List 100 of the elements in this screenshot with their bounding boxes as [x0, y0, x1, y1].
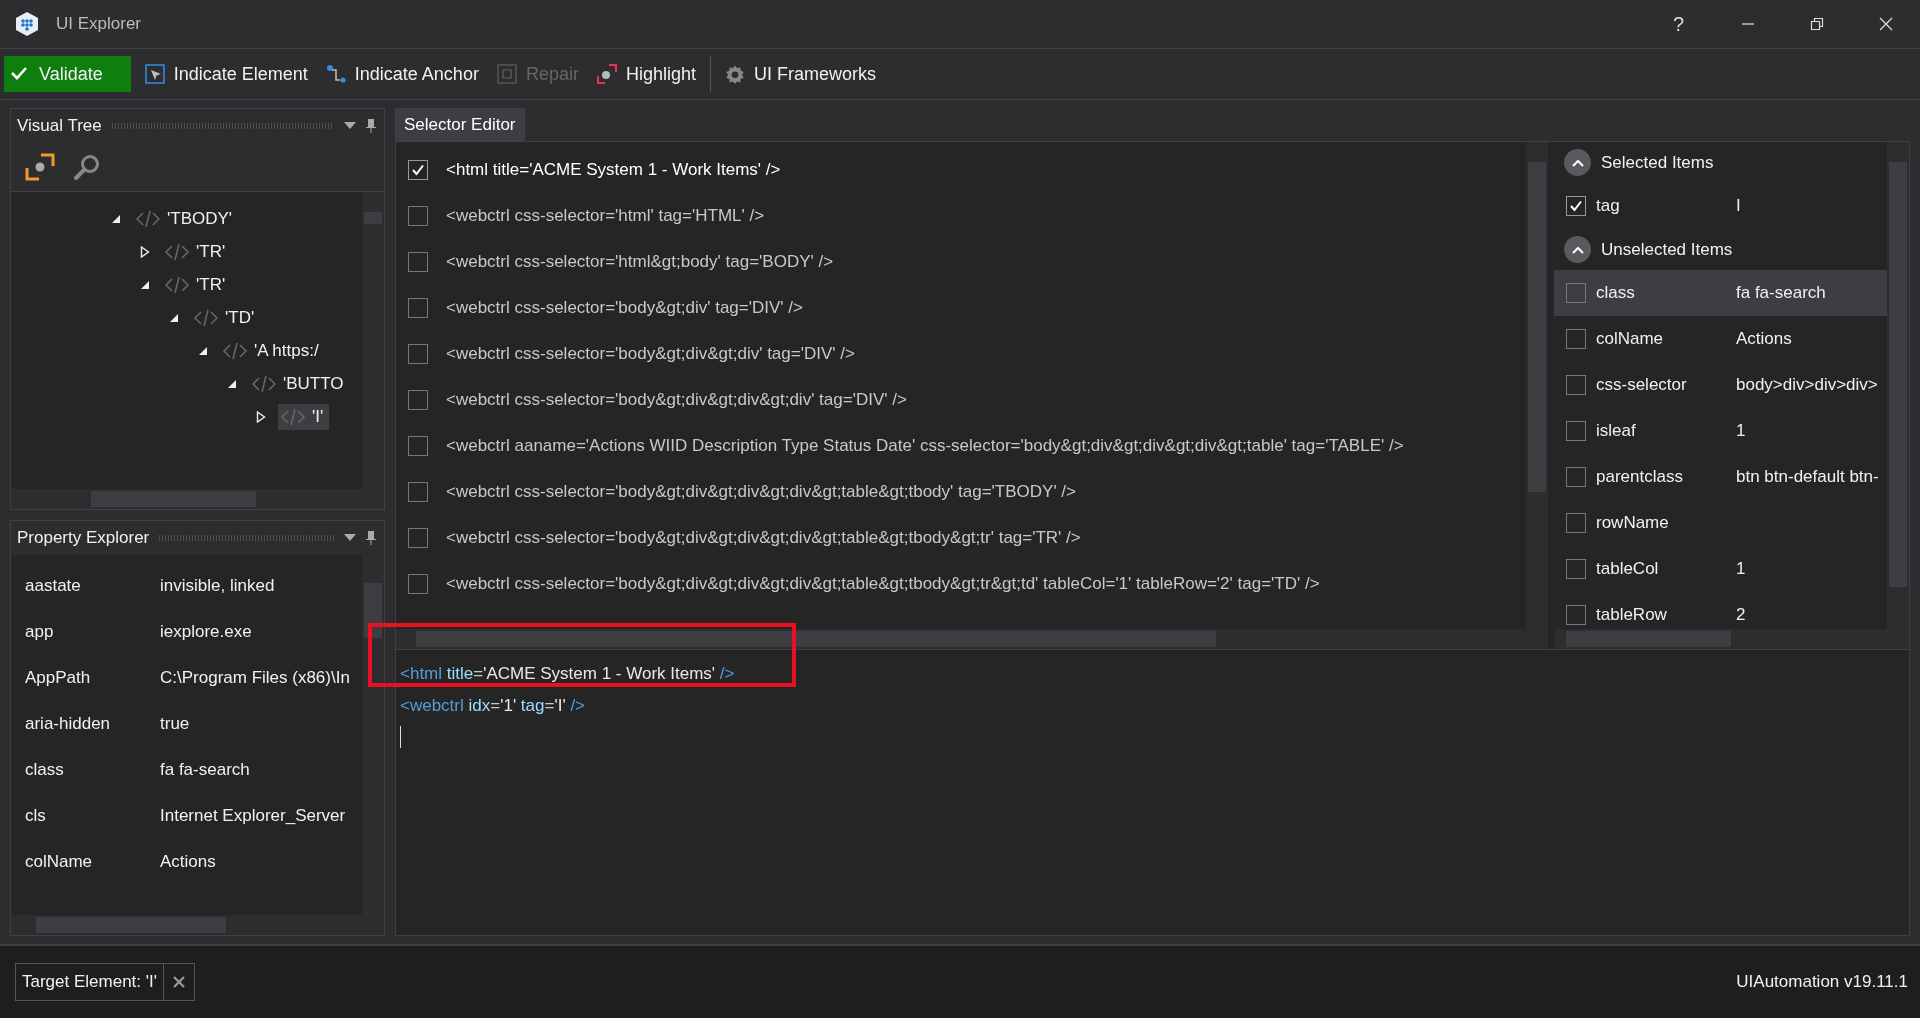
property-value: fa fa-search [160, 760, 250, 780]
expand-arrow-icon[interactable] [140, 245, 150, 258]
checkbox[interactable] [1566, 283, 1586, 303]
pin-icon[interactable] [366, 118, 376, 134]
scrollbar[interactable] [1554, 629, 1909, 649]
attribute-name: tableRow [1595, 605, 1668, 625]
checkbox[interactable] [408, 252, 428, 272]
attribute-value: fa fa-search [1736, 283, 1826, 303]
frameworks-button[interactable]: UI Frameworks [716, 56, 884, 92]
group-title: Unselected Items [1601, 239, 1733, 260]
attribute-name: class [1595, 283, 1636, 303]
attribute-value: 2 [1736, 605, 1746, 625]
indicate-anchor-button[interactable]: Indicate Anchor [317, 56, 487, 92]
code-icon [251, 373, 277, 394]
property-name: class [24, 760, 65, 780]
checkbox[interactable] [408, 390, 428, 410]
code-line: <html title='ACME System 1 - Work Items' /> [400, 663, 736, 685]
collapse-arrow-icon[interactable] [111, 213, 121, 224]
code-line: <webctrl idx='1' tag='I' /> [400, 695, 587, 717]
selector-line: <webctrl css-selector='html' tag='HTML' /> [446, 206, 765, 226]
tab[interactable]: Selector Editor [395, 108, 525, 141]
selector-line: <webctrl css-selector='body&gt;div' tag='DIV' /> [446, 298, 803, 318]
code-icon [135, 208, 161, 229]
tree-item[interactable]: 'A https:/ [220, 337, 325, 364]
checkbox[interactable] [1566, 196, 1586, 216]
selected-row[interactable]: class fa fa-search [1554, 270, 1887, 316]
tree-item[interactable]: 'TR' [162, 238, 232, 265]
selector-line: <html title='ACME System 1 - Work Items' /> [446, 160, 781, 180]
checkbox[interactable] [1566, 329, 1586, 349]
checkbox[interactable] [408, 298, 428, 318]
scrollbar[interactable] [1526, 142, 1548, 629]
checkbox[interactable] [1566, 421, 1586, 441]
tree-item[interactable]: 'BUTTO [249, 370, 350, 397]
attribute-value: 1 [1736, 421, 1746, 441]
scrollbar[interactable] [11, 489, 384, 509]
attribute-name: colName [1595, 329, 1665, 349]
collapse-arrow-icon[interactable] [169, 312, 179, 323]
selector-line: <webctrl css-selector='body&gt;div&gt;div&gt;div&gt;table&gt;tbody' tag='TBODY' /> [446, 482, 1077, 502]
collapse-arrow-icon[interactable] [140, 279, 150, 290]
checkbox[interactable] [1566, 605, 1586, 625]
attribute-name: tableCol [1595, 559, 1660, 579]
help-button[interactable]: ? [1644, 0, 1713, 48]
scrollbar[interactable] [11, 915, 384, 935]
attribute-name: tag [1595, 196, 1621, 216]
selector-line: <webctrl aaname='Actions WIID Description Type Status Date' css-selector='body&gt;div&gt;div&gt;div&gt;table' tag='TABLE' /> [446, 436, 1404, 456]
window-title: UI Explorer [56, 14, 142, 34]
checkbox[interactable] [408, 574, 428, 594]
property-name: colName [24, 852, 94, 872]
check-icon [1569, 199, 1583, 213]
checkbox[interactable] [408, 344, 428, 364]
selector-text-field[interactable]: <html title='ACME System 1 - Work Items' /> <webctrl idx='1' tag='I' /> [396, 650, 1909, 935]
checkbox[interactable] [408, 436, 428, 456]
scrollbar[interactable] [396, 629, 1548, 649]
scrollbar[interactable] [362, 192, 384, 489]
selector-line: <webctrl css-selector='body&gt;div&gt;div&gt;div&gt;table&gt;tbody&gt;tr&gt;td' tableCol='1' tableRow='2' tag='TD' /> [446, 574, 1320, 594]
target-icon[interactable] [25, 152, 55, 182]
attribute-name: parentclass [1595, 467, 1684, 487]
property-name: AppPath [24, 668, 92, 688]
highlight-button[interactable]: Highlight [588, 56, 704, 92]
expand-arrow-icon[interactable] [256, 410, 266, 423]
tree-item[interactable]: 'TBODY' [133, 205, 239, 232]
cursor-icon [144, 63, 165, 85]
checkbox[interactable] [1566, 559, 1586, 579]
code-icon [193, 307, 219, 328]
corners-icon [596, 63, 617, 85]
selector-line: <webctrl css-selector='html&gt;body' tag='BODY' /> [446, 252, 834, 272]
dropdown-icon[interactable] [344, 534, 356, 542]
collapse-icon[interactable] [1564, 149, 1591, 176]
property-value: Actions [160, 852, 216, 872]
tree-item[interactable]: 'TR' [162, 271, 232, 298]
dropdown-icon[interactable] [344, 122, 356, 130]
checkbox[interactable] [408, 160, 428, 180]
code-icon [164, 274, 190, 295]
indicate-element-button[interactable]: Indicate Element [136, 56, 316, 92]
checkbox[interactable] [408, 206, 428, 226]
checkbox[interactable] [408, 482, 428, 502]
property-value: true [160, 714, 190, 734]
settings-icon [724, 63, 745, 85]
attribute-value: I [1736, 196, 1741, 216]
attribute-value: 1 [1736, 559, 1746, 579]
collapse-arrow-icon[interactable] [198, 345, 208, 356]
attribute-value: btn btn-default btn- [1736, 467, 1879, 487]
collapse-arrow-icon[interactable] [227, 378, 237, 389]
checkbox[interactable] [1566, 375, 1586, 395]
attribute-name: isleaf [1595, 421, 1637, 441]
tree-item[interactable]: 'TD' [191, 304, 261, 331]
attribute-name: rowName [1595, 513, 1670, 533]
scrollbar[interactable] [1887, 142, 1909, 629]
tree-item[interactable]: 'I' [278, 403, 330, 430]
panel-title: Visual Tree [17, 116, 102, 136]
checkbox[interactable] [1566, 513, 1586, 533]
pin-icon[interactable] [366, 530, 376, 546]
search-icon[interactable] [73, 153, 101, 181]
validate-button[interactable]: Validate [4, 56, 131, 92]
anchor-icon [325, 63, 346, 85]
attribute-value: body>div>div>div> [1736, 375, 1878, 395]
selector-line: <webctrl css-selector='body&gt;div&gt;div' tag='DIV' /> [446, 344, 855, 364]
collapse-icon[interactable] [1564, 236, 1591, 263]
checkbox[interactable] [1566, 467, 1586, 487]
checkbox[interactable] [408, 528, 428, 548]
